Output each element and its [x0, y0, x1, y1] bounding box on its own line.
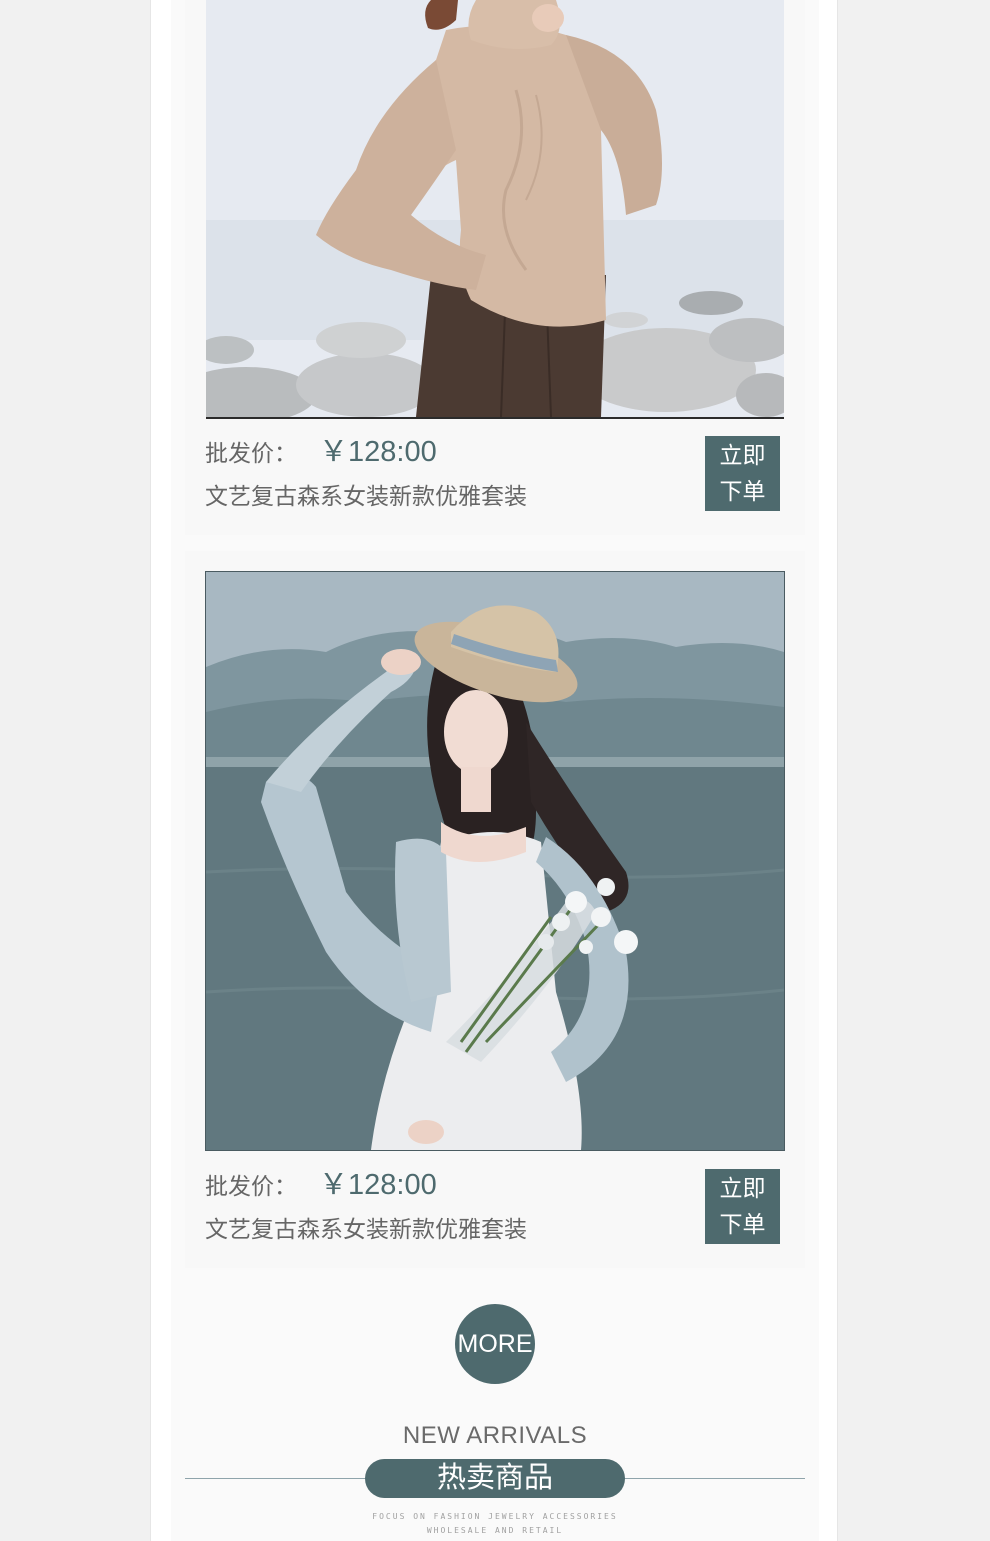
price-row: 批发价： ￥128:00 [205, 1161, 437, 1203]
product-image[interactable] [205, 571, 785, 1151]
product-photo-illustration [206, 0, 784, 417]
product-card: 批发价： ￥128:00 文艺复古森系女装新款优雅套装 立即 下单 [185, 551, 805, 1268]
order-now-label-line2: 下单 [719, 478, 766, 504]
order-now-label-line1: 立即 [719, 442, 766, 468]
product-name[interactable]: 文艺复古森系女装新款优雅套装 [205, 1210, 527, 1244]
order-now-label-line1: 立即 [719, 1175, 766, 1201]
order-now-button[interactable]: 立即 下单 [705, 1169, 780, 1244]
more-button[interactable]: MORE [455, 1304, 535, 1384]
price-label: 批发价： [205, 440, 297, 466]
price-value: ￥128:00 [319, 436, 437, 468]
price-row: 批发价： ￥128:00 [205, 428, 437, 470]
section-title-pill: 热卖商品 [365, 1459, 625, 1498]
price-value: ￥128:00 [319, 1169, 437, 1201]
order-now-label-line2: 下单 [719, 1211, 766, 1237]
product-card: 批发价： ￥128:00 文艺复古森系女装新款优雅套装 立即 下单 [185, 0, 805, 535]
product-name[interactable]: 文艺复古森系女装新款优雅套装 [205, 477, 527, 511]
section-tagline-line1: FOCUS ON FASHION JEWELRY ACCESSORIES [372, 1512, 618, 1521]
price-label: 批发价： [205, 1173, 297, 1199]
product-image[interactable] [206, 0, 784, 419]
product-photo-illustration [206, 572, 784, 1150]
order-now-button[interactable]: 立即 下单 [705, 436, 780, 511]
section-tagline-line2: WHOLESALE AND RETAIL [426, 1526, 564, 1535]
section-english-title: NEW ARRIVALS [402, 1422, 588, 1449]
